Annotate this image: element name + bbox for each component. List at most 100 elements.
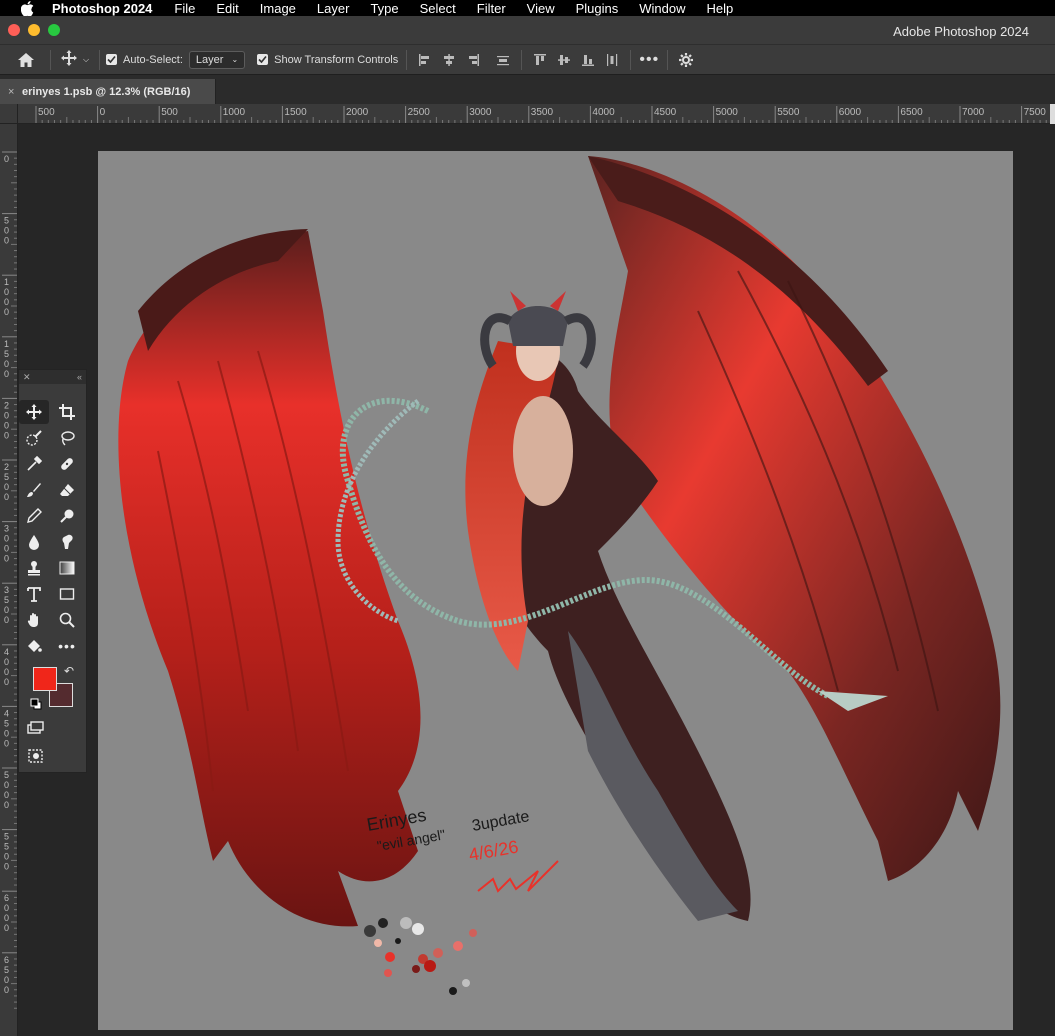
ruler-label: 4000: [592, 107, 615, 118]
zoom-tool-icon[interactable]: [52, 608, 82, 632]
align-bottom-edges-icon[interactable]: [579, 51, 597, 69]
more-tools-icon[interactable]: •••: [52, 634, 82, 658]
pencil-tool-icon[interactable]: [19, 504, 49, 528]
quick-selection-tool-icon[interactable]: [19, 426, 49, 450]
brush-tool-icon[interactable]: [19, 478, 49, 502]
lasso-tool-icon[interactable]: [52, 426, 82, 450]
distribute-horizontally-icon[interactable]: [603, 51, 621, 69]
ruler-label: 0: [4, 862, 9, 872]
ruler-label: 4500: [654, 107, 677, 118]
ruler-label: 0: [4, 359, 9, 369]
menu-window[interactable]: Window: [639, 1, 685, 16]
horizontal-ruler[interactable]: 500 0 500 1000 1500 2000 2500 3000 3500 4000 4500 5…: [18, 104, 1055, 124]
ruler-label: 5: [4, 965, 9, 975]
collapse-panel-icon[interactable]: «: [77, 372, 82, 382]
document-tab[interactable]: × erinyes 1.psb @ 12.3% (RGB/16): [0, 79, 216, 105]
vertical-ruler[interactable]: 0500100015002000250030003500400045005000…: [0, 124, 18, 1036]
more-options-icon[interactable]: •••: [637, 49, 661, 71]
ruler-label: 0: [4, 728, 9, 738]
home-icon[interactable]: [8, 49, 44, 71]
menu-type[interactable]: Type: [370, 1, 398, 16]
document-canvas[interactable]: Erinyes "evil angel" 3update 4/6/26: [98, 151, 1013, 1030]
ruler-label: 1000: [223, 107, 246, 118]
close-window-button[interactable]: [8, 24, 20, 36]
ruler-label: 6: [4, 893, 9, 903]
separator: [667, 49, 669, 70]
move-tool-preset-picker[interactable]: ⌵: [57, 49, 93, 71]
healing-brush-tool-icon[interactable]: [52, 452, 82, 476]
align-top-edges-icon[interactable]: [531, 51, 549, 69]
ruler-label: 0: [4, 903, 9, 913]
minimize-window-button[interactable]: [28, 24, 40, 36]
ruler-label: 5: [4, 770, 9, 780]
clone-stamp-tool-icon[interactable]: [19, 556, 49, 580]
align-left-edges-icon[interactable]: [416, 51, 434, 69]
ruler-label: 0: [4, 544, 9, 554]
separator: [521, 49, 523, 70]
menu-plugins[interactable]: Plugins: [576, 1, 619, 16]
gear-icon[interactable]: [674, 49, 698, 71]
ruler-label: 0: [4, 738, 9, 748]
ruler-label: 5: [4, 718, 9, 728]
close-tab-icon[interactable]: ×: [8, 86, 14, 98]
show-transform-controls-checkbox[interactable]: [257, 54, 269, 65]
menu-help[interactable]: Help: [707, 1, 734, 16]
distribute-vertically-icon[interactable]: [494, 51, 512, 69]
ruler-label: 4: [4, 647, 9, 657]
crop-tool-icon[interactable]: [52, 400, 82, 424]
ruler-label: 5500: [777, 107, 800, 118]
menu-image[interactable]: Image: [260, 1, 296, 16]
type-tool-icon[interactable]: [19, 582, 49, 606]
close-panel-icon[interactable]: ✕: [23, 372, 31, 383]
dodge-tool-icon[interactable]: [52, 504, 82, 528]
ruler-label: 3000: [469, 107, 492, 118]
ruler-label: 0: [4, 430, 9, 440]
rectangle-tool-icon[interactable]: [52, 582, 82, 606]
swap-colors-icon[interactable]: ↶: [64, 664, 74, 678]
ruler-label: 0: [4, 852, 9, 862]
ruler-label: 0: [4, 369, 9, 379]
ruler-label: 7500: [1024, 107, 1047, 118]
zoom-window-button[interactable]: [48, 24, 60, 36]
default-colors-icon[interactable]: [30, 697, 42, 710]
menu-edit[interactable]: Edit: [216, 1, 238, 16]
blur-tool-icon[interactable]: [19, 530, 49, 554]
align-horizontal-centers-icon[interactable]: [440, 51, 458, 69]
ruler-label: 1500: [284, 107, 307, 118]
scrollbar-indicator[interactable]: [1050, 104, 1055, 124]
ruler-label: 5: [4, 832, 9, 842]
foreground-color-swatch[interactable]: [33, 667, 57, 691]
paint-bucket-tool-icon[interactable]: [19, 634, 49, 658]
hand-tool-icon[interactable]: [19, 608, 49, 632]
ruler-label: 1: [4, 277, 9, 287]
menu-select[interactable]: Select: [420, 1, 456, 16]
tools-panel-header[interactable]: ✕ «: [19, 370, 86, 384]
align-vertical-centers-icon[interactable]: [555, 51, 573, 69]
gradient-tool-icon[interactable]: [52, 556, 82, 580]
ruler-label: 2000: [346, 107, 369, 118]
document-tab-bar: × erinyes 1.psb @ 12.3% (RGB/16): [0, 74, 1055, 105]
options-bar: ⌵ Auto-Select: Layer ⌄ Show Transform Co…: [0, 44, 1055, 74]
screen-mode-icon[interactable]: [21, 716, 51, 740]
menu-filter[interactable]: Filter: [477, 1, 506, 16]
eraser-tool-icon[interactable]: [52, 478, 82, 502]
smudge-tool-icon[interactable]: [52, 530, 82, 554]
align-right-edges-icon[interactable]: [464, 51, 482, 69]
menu-layer[interactable]: Layer: [317, 1, 350, 16]
menu-view[interactable]: View: [527, 1, 555, 16]
horizontal-ruler-ticks: 500 0 500 1000 1500 2000 2500 3000 3500 4000 4500 5…: [35, 106, 1053, 123]
auto-select-dropdown[interactable]: Layer ⌄: [188, 50, 246, 69]
move-tool-icon[interactable]: [19, 400, 49, 424]
auto-select-checkbox[interactable]: [106, 54, 117, 65]
apple-menu-icon[interactable]: [18, 0, 36, 16]
ruler-origin[interactable]: [0, 104, 18, 124]
ruler-label: 6: [4, 955, 9, 965]
ruler-label: 0: [4, 923, 9, 933]
quick-mask-icon[interactable]: [21, 744, 51, 768]
move-icon: [60, 50, 77, 69]
menu-file[interactable]: File: [174, 1, 195, 16]
ruler-label: 0: [4, 492, 9, 502]
app-name-menu[interactable]: Photoshop 2024: [52, 1, 152, 16]
auto-select-label: Auto-Select:: [123, 53, 183, 66]
eyedropper-tool-icon[interactable]: [19, 452, 49, 476]
